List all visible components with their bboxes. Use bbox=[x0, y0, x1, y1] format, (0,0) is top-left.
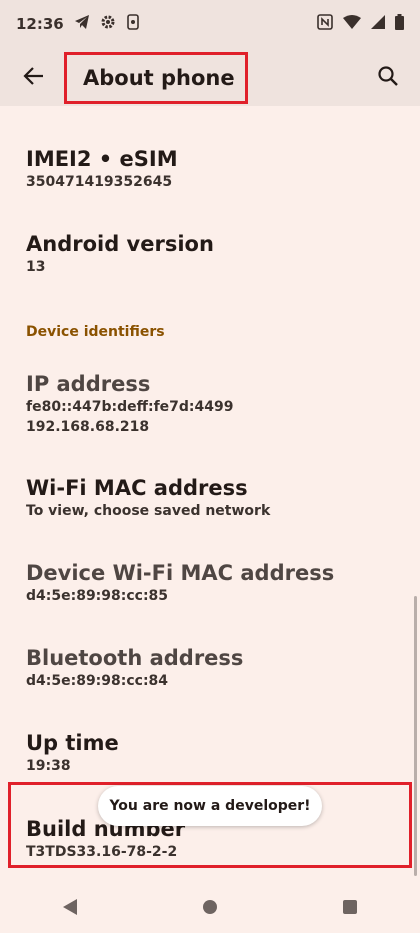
page-title: About phone bbox=[83, 66, 235, 90]
status-left: 12:36 bbox=[16, 14, 140, 34]
navigation-bar bbox=[0, 880, 420, 933]
android-version-item[interactable]: Android version 13 bbox=[26, 231, 396, 277]
item-title: IP address bbox=[26, 372, 151, 396]
telegram-icon bbox=[74, 14, 90, 34]
item-title: IMEI2 • eSIM bbox=[26, 147, 178, 171]
signal-icon bbox=[371, 15, 385, 33]
bluetooth-address-item: Bluetooth address d4:5e:89:98:cc:84 bbox=[26, 645, 396, 691]
page-title-highlight: About phone bbox=[64, 52, 248, 104]
phone-settings-icon bbox=[126, 14, 140, 34]
item-title: Device Wi-Fi MAC address bbox=[26, 561, 335, 585]
imei2-item[interactable]: IMEI2 • eSIM 350471419352645 bbox=[26, 146, 396, 192]
item-subtitle: 13 bbox=[26, 259, 46, 275]
scrollbar[interactable] bbox=[414, 596, 417, 876]
nav-back-button[interactable] bbox=[40, 887, 100, 927]
item-subtitle: To view, choose saved network bbox=[26, 503, 271, 519]
item-subtitle: d4:5e:89:98:cc:85 bbox=[26, 588, 169, 604]
nav-home-button[interactable] bbox=[180, 887, 240, 927]
app-bar: About phone bbox=[0, 48, 420, 106]
item-subtitle: 350471419352645 bbox=[26, 174, 173, 190]
circle-home-icon bbox=[203, 899, 217, 914]
up-time-item[interactable]: Up time 19:38 bbox=[26, 730, 396, 776]
item-subtitle: fe80::447b:deff:fe7d:4499 bbox=[26, 399, 234, 415]
item-title: Bluetooth address bbox=[26, 646, 244, 670]
search-button[interactable] bbox=[368, 56, 408, 96]
status-time: 12:36 bbox=[16, 15, 64, 33]
wifi-icon bbox=[343, 15, 361, 33]
section-header-device-identifiers: Device identifiers bbox=[26, 324, 165, 340]
battery-icon bbox=[395, 14, 404, 34]
item-title: Up time bbox=[26, 731, 119, 755]
search-icon bbox=[378, 66, 398, 86]
developer-toast: You are now a developer! bbox=[98, 786, 322, 826]
device-wifi-mac-address-item: Device Wi-Fi MAC address d4:5e:89:98:cc:… bbox=[26, 560, 396, 606]
triangle-back-icon bbox=[63, 898, 77, 915]
arrow-back-icon bbox=[23, 67, 43, 85]
back-button[interactable] bbox=[14, 56, 54, 96]
item-subtitle: 19:38 bbox=[26, 758, 71, 774]
nfc-icon bbox=[317, 14, 333, 34]
item-subtitle: d4:5e:89:98:cc:84 bbox=[26, 673, 169, 689]
nav-recents-button[interactable] bbox=[320, 887, 380, 927]
item-title: Android version bbox=[26, 232, 214, 256]
status-bar: 12:36 bbox=[0, 0, 420, 48]
item-subtitle-2: 192.168.68.218 bbox=[26, 419, 150, 435]
status-right bbox=[317, 14, 404, 34]
gear-icon bbox=[100, 14, 116, 34]
wifi-mac-address-item[interactable]: Wi-Fi MAC address To view, choose saved … bbox=[26, 475, 396, 521]
item-title: Wi-Fi MAC address bbox=[26, 476, 248, 500]
square-recents-icon bbox=[343, 899, 357, 914]
ip-address-item: IP address fe80::447b:deff:fe7d:4499 192… bbox=[26, 371, 396, 437]
